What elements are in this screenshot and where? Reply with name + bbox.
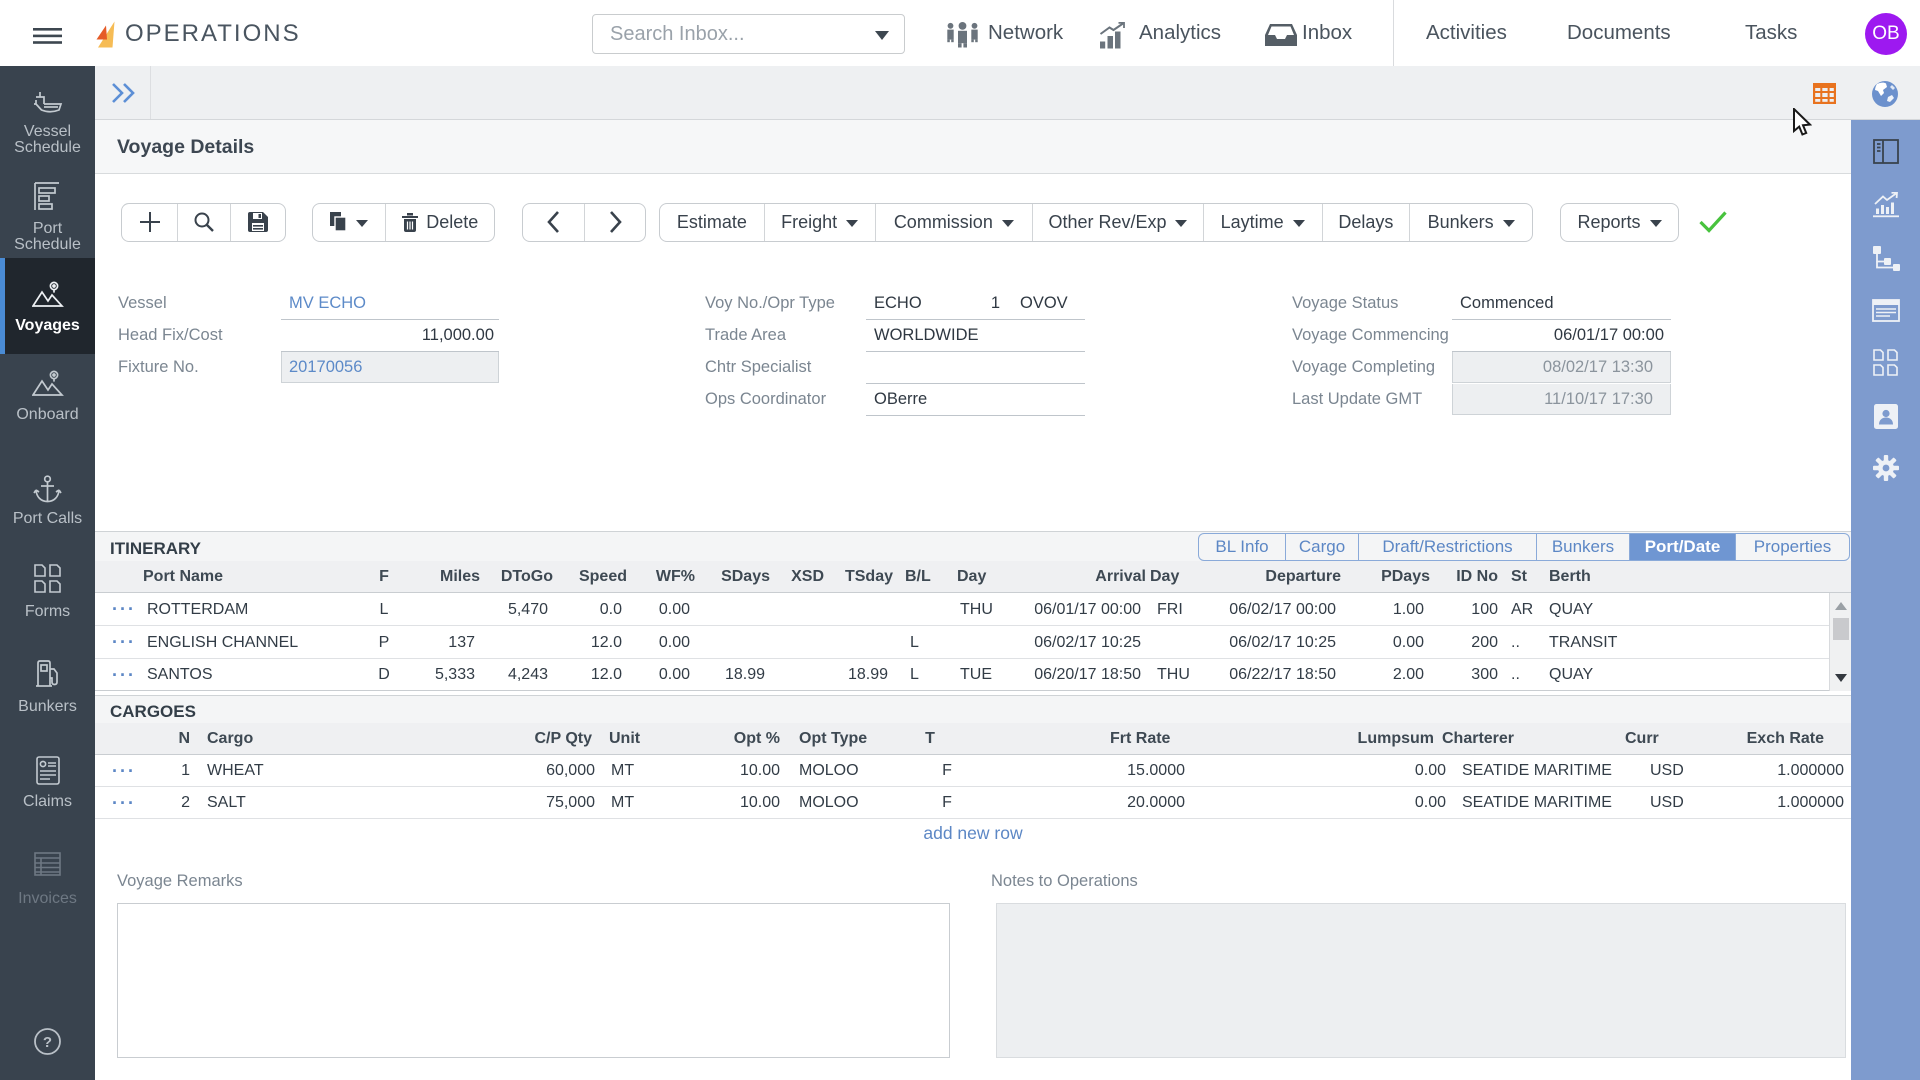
svg-text:?: ? <box>43 1034 52 1051</box>
